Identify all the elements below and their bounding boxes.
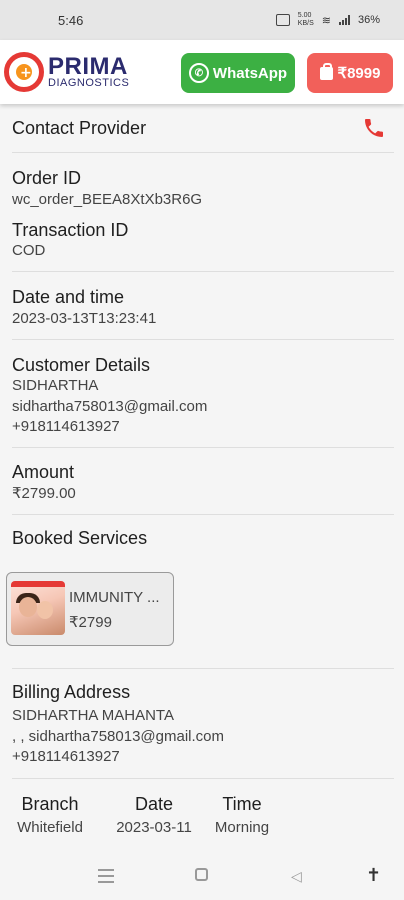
- time-label: Time: [222, 794, 262, 814]
- status-icons: 5.00 KB/S ≋ 36%: [275, 12, 380, 28]
- vibrate-icon: [275, 14, 290, 26]
- status-time: 5:46: [58, 12, 84, 28]
- prima-logo[interactable]: + PRIMA DIAGNOSTICS: [4, 52, 129, 92]
- accessibility-icon[interactable]: ✝: [366, 865, 381, 886]
- divider: [12, 514, 394, 515]
- home-icon[interactable]: [195, 868, 208, 881]
- system-nav-bar: ◁ ✝: [0, 852, 404, 900]
- customer-details-label: Customer Details: [12, 355, 151, 375]
- booked-services-label: Booked Services: [12, 528, 148, 548]
- billing-email: , , sidhartha758013@gmail.com: [12, 728, 225, 745]
- billing-name: SIDHARTHA MAHANTA: [12, 707, 174, 724]
- battery-level: 36%: [357, 14, 380, 26]
- cart-total: ₹8999: [337, 65, 381, 82]
- service-image: [11, 581, 65, 635]
- shopping-bag-icon: [319, 62, 333, 80]
- amount-value: ₹2799.00: [12, 485, 76, 502]
- transaction-id-label: Transaction ID: [12, 220, 129, 240]
- logo-mark-icon: +: [4, 52, 44, 92]
- status-bar: 5:46 5.00 KB/S ≋ 36%: [0, 0, 404, 40]
- logo-brand: PRIMA: [48, 53, 128, 80]
- net-speed: 5.00 KB/S: [297, 12, 314, 27]
- transaction-id-value: COD: [12, 242, 46, 259]
- branch-value: Whitefield: [17, 819, 83, 836]
- menu-icon[interactable]: [98, 869, 114, 887]
- signal-icon: [338, 15, 350, 25]
- whatsapp-icon: ✆: [188, 63, 209, 83]
- divider: [12, 271, 394, 272]
- customer-name: SIDHARTHA: [12, 377, 99, 394]
- order-id-value: wc_order_BEEA8XtXb3R6G: [12, 191, 203, 208]
- logo-sub: DIAGNOSTICS: [48, 77, 130, 89]
- order-id-label: Order ID: [12, 168, 82, 188]
- billing-phone: +918114613927: [12, 748, 120, 765]
- date-time-value: 2023-03-13T13:23:41: [12, 310, 157, 327]
- service-card[interactable]: IMMUNITY ... ₹2799: [6, 572, 174, 646]
- customer-email: sidhartha758013@gmail.com: [12, 398, 208, 415]
- back-icon[interactable]: ◁: [291, 868, 302, 885]
- branch-column: Branch Whitefield: [12, 794, 88, 836]
- divider: [12, 152, 394, 153]
- contact-provider-label[interactable]: Contact Provider: [12, 118, 146, 139]
- billing-address-label: Billing Address: [12, 682, 131, 702]
- date-time-label: Date and time: [12, 287, 125, 307]
- whatsapp-label: WhatsApp: [212, 64, 288, 82]
- time-value: Morning: [214, 819, 270, 836]
- whatsapp-button[interactable]: ✆ WhatsApp: [181, 53, 295, 93]
- phone-icon[interactable]: [362, 116, 386, 140]
- app-bar: + PRIMA DIAGNOSTICS ✆ WhatsApp ₹8999: [0, 40, 404, 104]
- divider: [12, 339, 394, 340]
- divider: [12, 668, 394, 669]
- branch-label: Branch: [21, 794, 79, 814]
- wifi-icon: ≋: [321, 14, 331, 27]
- divider: [12, 778, 394, 779]
- divider: [12, 447, 394, 448]
- date-value: 2023-03-11: [116, 819, 192, 836]
- customer-phone: +918114613927: [12, 418, 120, 435]
- date-column: Date 2023-03-11: [108, 794, 200, 836]
- date-label: Date: [134, 794, 174, 814]
- amount-label: Amount: [12, 462, 75, 482]
- cart-button[interactable]: ₹8999: [307, 53, 393, 93]
- service-name: IMMUNITY ...: [69, 589, 160, 606]
- service-price: ₹2799: [69, 614, 112, 631]
- time-column: Time Morning: [208, 794, 276, 836]
